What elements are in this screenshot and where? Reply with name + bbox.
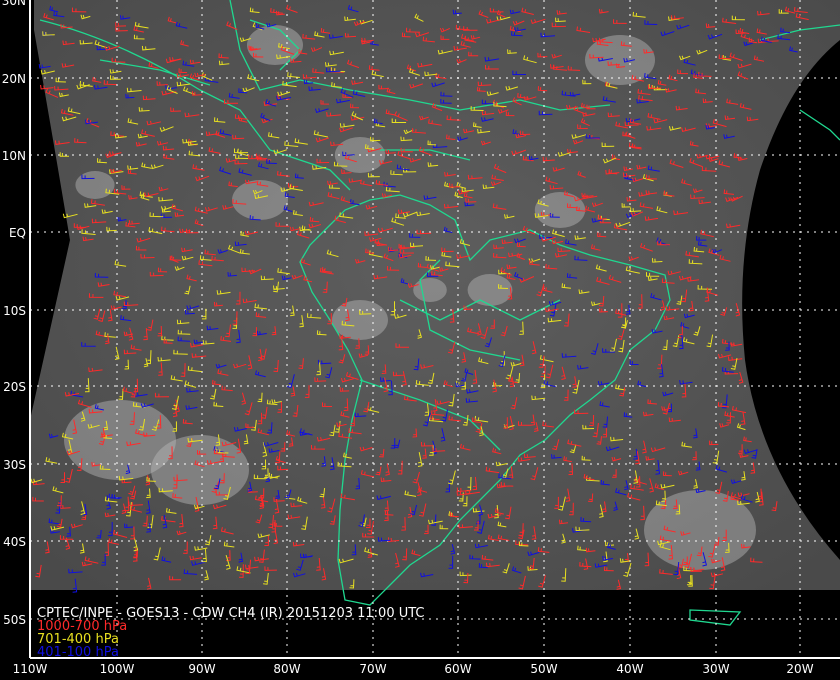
latitude-label: 10N bbox=[2, 149, 26, 163]
latitude-label: 10S bbox=[3, 304, 26, 318]
longitude-label: 80W bbox=[273, 662, 300, 676]
latitude-label: 30S bbox=[3, 458, 26, 472]
cloud bbox=[644, 490, 756, 570]
latitude-label: 20S bbox=[3, 380, 26, 394]
cloud bbox=[75, 171, 115, 199]
latitude-label: EQ bbox=[9, 226, 26, 240]
coastline-segment bbox=[689, 609, 742, 626]
longitude-label: 30W bbox=[702, 662, 729, 676]
cloud bbox=[332, 300, 388, 340]
longitude-label: 40W bbox=[616, 662, 643, 676]
latitude-label: 20N bbox=[2, 72, 26, 86]
longitude-label: 20W bbox=[786, 662, 813, 676]
cloud bbox=[232, 180, 288, 220]
coastline-segment bbox=[799, 109, 840, 141]
cloud bbox=[467, 274, 513, 306]
cloud bbox=[151, 435, 249, 505]
longitude-label: 90W bbox=[188, 662, 215, 676]
latitude-label: 30N bbox=[2, 0, 26, 8]
latitude-label: 40S bbox=[3, 535, 26, 549]
map-canvas: 30N 20N 10N EQ 10S 20S 30S 40S 50S 110W 100W 90W 80… bbox=[2, 0, 840, 676]
longitude-label: 100W bbox=[100, 662, 135, 676]
legend-high-level: 401-100 hPa bbox=[37, 645, 119, 660]
latitude-label: 50S bbox=[3, 613, 26, 627]
longitude-label: 70W bbox=[359, 662, 386, 676]
longitude-label: 60W bbox=[444, 662, 471, 676]
cloud bbox=[413, 278, 447, 302]
satellite-wind-map: 30N 20N 10N EQ 10S 20S 30S 40S 50S 110W 100W 90W 80… bbox=[0, 0, 840, 680]
longitude-label: 50W bbox=[530, 662, 557, 676]
longitude-label: 110W bbox=[13, 662, 48, 676]
